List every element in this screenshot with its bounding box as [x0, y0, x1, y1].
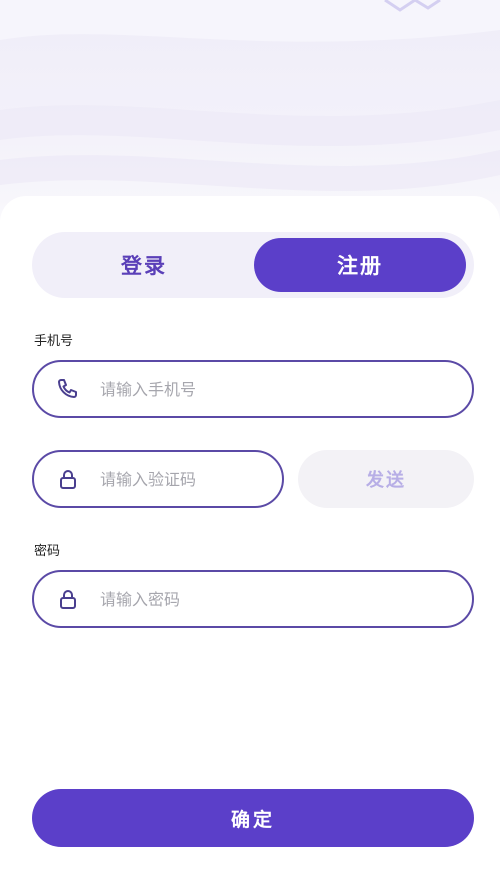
auth-tabs: 登录 注册 [32, 232, 474, 298]
tab-login[interactable]: 登录 [38, 238, 250, 292]
password-field[interactable] [32, 570, 474, 628]
code-input[interactable] [100, 469, 274, 489]
confirm-button[interactable]: 确定 [32, 789, 474, 847]
form-card [0, 196, 500, 889]
send-code-button[interactable]: 发送 [298, 450, 474, 508]
phone-input[interactable] [100, 379, 407, 399]
lock-icon [56, 587, 80, 611]
header-background [0, 0, 500, 220]
password-input[interactable] [100, 589, 407, 609]
lock-icon [56, 467, 80, 491]
phone-icon [56, 377, 80, 401]
phone-field[interactable] [32, 360, 474, 418]
phone-label: 手机号 [34, 334, 74, 349]
tab-register[interactable]: 注册 [254, 238, 466, 292]
password-label: 密码 [34, 544, 61, 559]
code-field[interactable] [32, 450, 284, 508]
